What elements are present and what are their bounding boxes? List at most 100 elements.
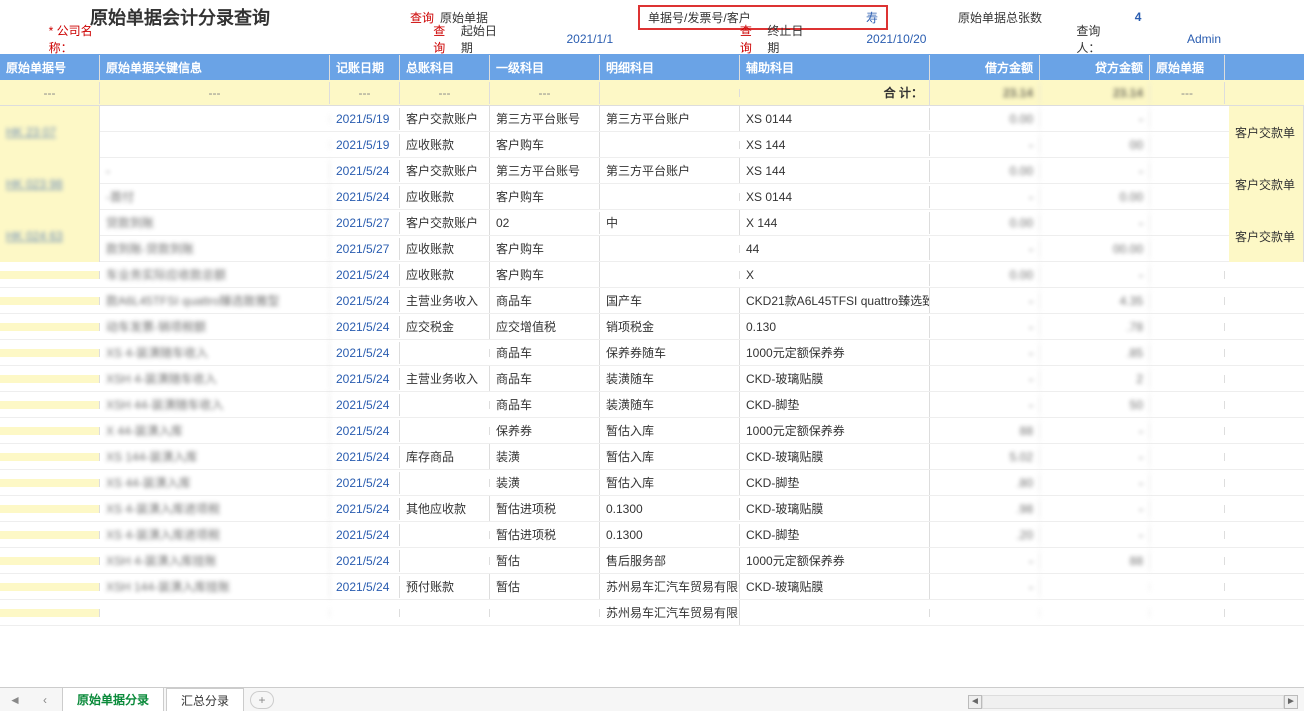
cell-debit: 5.02 xyxy=(930,446,1040,468)
doc-cell[interactable]: HK 023 98 xyxy=(0,158,100,210)
cell-credit xyxy=(1040,583,1150,591)
cell-debit: 0.00 xyxy=(930,264,1040,286)
cell-date: 2021/5/24 xyxy=(330,420,400,442)
doc-count-label: 原始单据总张数 xyxy=(958,9,1042,26)
end-date-value[interactable]: 2021/10/20 xyxy=(846,32,946,46)
src-cell: 客户交款单 xyxy=(1229,210,1304,262)
src-cell: 客户交款单 xyxy=(1229,158,1304,210)
cell-detail: 0.1300 xyxy=(600,498,740,520)
cell-detail xyxy=(600,245,740,253)
table-row: XSH 4-装潢随车收入2021/5/24主营业务收入商品车装潢随车CKD-玻璃… xyxy=(0,366,1304,392)
cell-key: XSH 44-装潢随车收入 xyxy=(100,392,330,417)
cell-date: 2021/5/24 xyxy=(330,290,400,312)
tab-original-entries[interactable]: 原始单据分录 xyxy=(62,687,164,711)
cell-gl xyxy=(400,479,490,487)
scroll-right-icon[interactable]: ► xyxy=(1284,695,1298,709)
table-row: 款A6L45TFSI quattro臻选致雅型2021/5/24主营业务收入商品… xyxy=(0,288,1304,314)
tab-nav-prev[interactable]: ‹ xyxy=(30,693,60,707)
cell-key xyxy=(100,609,330,617)
table-row: XSH 4-装潢入库挂账2021/5/24暂估售后服务部1000元定额保养券-8… xyxy=(0,548,1304,574)
cell-l1: 客户购车 xyxy=(490,132,600,157)
summary-credit: 23.14 xyxy=(1040,82,1150,104)
cell-debit: - xyxy=(930,550,1040,572)
cell-key: X 44-装潢入库 xyxy=(100,418,330,443)
cell-aux: CKD-玻璃贴膜 xyxy=(740,496,930,521)
cell-detail: 暂估入库 xyxy=(600,418,740,443)
cell-aux: XS 144 xyxy=(740,134,930,156)
tab-add[interactable]: + xyxy=(250,691,274,709)
table-row: 动车发票-销项税额2021/5/24应交税金应交增值税销项税金0.130-.78 xyxy=(0,314,1304,340)
end-date-query-label: 查询 xyxy=(740,22,762,56)
table-row: 款到账-贷款到账2021/5/27应收账款客户购车 44-00.00 xyxy=(100,236,1229,262)
cell-date: 2021/5/27 xyxy=(330,238,400,260)
doc-cell[interactable]: HK 024 63 xyxy=(0,210,100,262)
search-label: 单据号/发票号/客户 xyxy=(648,9,751,26)
col-src: 原始单据 xyxy=(1150,55,1225,80)
cell-l1 xyxy=(490,609,600,617)
cell-l1: 商品车 xyxy=(490,366,600,391)
cell-aux: CKD-玻璃贴膜 xyxy=(740,574,930,599)
cell-date: 2021/5/24 xyxy=(330,576,400,598)
cell-credit: - xyxy=(1040,160,1150,182)
cell-aux: X xyxy=(740,264,930,286)
doc-cell[interactable]: HK 23 07 xyxy=(0,106,100,158)
table-row: XS 4-装潢入库进项税2021/5/24暂估进项税0.1300CKD-脚垫.2… xyxy=(0,522,1304,548)
cell-l1: 保养券 xyxy=(490,418,600,443)
cell-detail: 销项税金 xyxy=(600,314,740,339)
col-credit: 贷方金额 xyxy=(1040,55,1150,80)
cell-detail: 保养券随车 xyxy=(600,340,740,365)
cell-gl xyxy=(400,401,490,409)
horizontal-scrollbar[interactable]: ◄ ► xyxy=(968,693,1298,711)
cell-gl: 应收账款 xyxy=(400,262,490,287)
cell-l1: 客户购车 xyxy=(490,236,600,261)
summary-debit: 23.14 xyxy=(930,82,1040,104)
cell-credit: 00.00 xyxy=(1040,238,1150,260)
table-row: X 44-装潢入库2021/5/24保养券暂估入库1000元定额保养券88- xyxy=(0,418,1304,444)
start-date-value[interactable]: 2021/1/1 xyxy=(540,32,640,46)
cell-debit xyxy=(930,609,1040,617)
cell-detail: 国产车 xyxy=(600,288,740,313)
company-label: * 公司名称： xyxy=(49,22,115,56)
cell-aux: 0.130 xyxy=(740,316,930,338)
cell-date: 2021/5/19 xyxy=(330,134,400,156)
cell-debit: - xyxy=(930,186,1040,208)
cell-debit: .80 xyxy=(930,472,1040,494)
cell-credit: .78 xyxy=(1040,316,1150,338)
cell-date: 2021/5/24 xyxy=(330,186,400,208)
tab-summary-entries[interactable]: 汇总分录 xyxy=(166,688,244,711)
cell-aux: CKD-脚垫 xyxy=(740,470,930,495)
cell-key xyxy=(100,141,330,149)
cell-debit: 0.00 xyxy=(930,212,1040,234)
col-key: 原始单据关键信息 xyxy=(100,55,330,80)
cell-detail: 暂估入库 xyxy=(600,470,740,495)
cell-credit: 4.35 xyxy=(1040,290,1150,312)
cell-aux: 1000元定额保养券 xyxy=(740,548,930,573)
cell-detail: 售后服务部 xyxy=(600,548,740,573)
cell-key: XS 4-装潢随车收入 xyxy=(100,340,330,365)
tab-nav-first[interactable]: ◄ xyxy=(0,693,30,707)
cell-debit: - xyxy=(930,368,1040,390)
cell-debit: - xyxy=(930,290,1040,312)
cell-l1: 暂估进项税 xyxy=(490,522,600,547)
cell-gl xyxy=(400,557,490,565)
cell-key: 款A6L45TFSI quattro臻选致雅型 xyxy=(100,288,330,313)
cell-debit: - xyxy=(930,134,1040,156)
src-cell: 客户交款单 xyxy=(1229,106,1304,158)
cell-key: XS 4-装潢入库进项税 xyxy=(100,522,330,547)
cell-detail: 第三方平台账户 xyxy=(600,158,740,183)
cell-debit: 0.00 xyxy=(930,160,1040,182)
table-row: 2021/5/19客户交款账户第三方平台账号第三方平台账户XS 01440.00… xyxy=(100,106,1229,132)
cell-aux: XS 0144 xyxy=(740,108,930,130)
table-row: XS 144-装潢入库2021/5/24库存商品装潢暂估入库CKD-玻璃贴膜5.… xyxy=(0,444,1304,470)
cell-detail xyxy=(600,193,740,201)
cell-credit: 2 xyxy=(1040,368,1150,390)
cell-detail: 第三方平台账户 xyxy=(600,106,740,131)
cell-credit: .85 xyxy=(1040,342,1150,364)
scroll-left-icon[interactable]: ◄ xyxy=(968,695,982,709)
cell-l1: 02 xyxy=(490,212,600,234)
cell-key: 贷款到账 xyxy=(100,210,330,235)
cell-aux: CKD-脚垫 xyxy=(740,522,930,547)
cell-detail: 装潢随车 xyxy=(600,366,740,391)
cell-l1: 暂估 xyxy=(490,548,600,573)
cell-date: 2021/5/27 xyxy=(330,212,400,234)
